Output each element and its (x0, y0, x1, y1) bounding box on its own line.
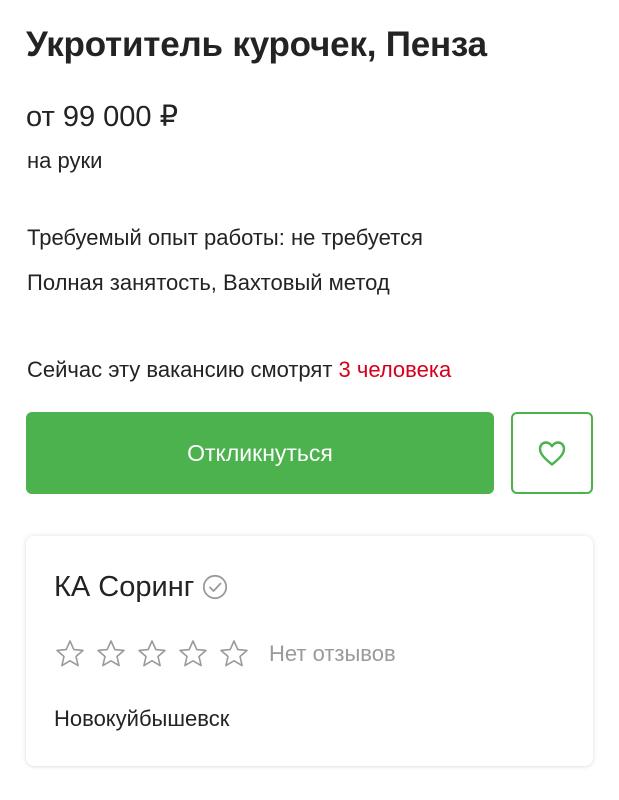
company-card[interactable]: КА Соринг Нет отзывов Новокуйбышевск (26, 536, 593, 766)
vacancy-title: Укротитель курочек, Пенза (26, 25, 487, 64)
star-icon (56, 640, 84, 667)
check-circle-icon (203, 574, 228, 600)
viewers-count: 3 человека (338, 357, 452, 382)
company-row: КА Соринг (54, 568, 228, 606)
salary-note: на руки (27, 148, 103, 173)
star-icon (97, 640, 125, 667)
viewers-prefix: Сейчас эту вакансию смотрят (27, 357, 333, 382)
star-icon (179, 640, 207, 667)
company-city: Новокуйбышевск (54, 706, 230, 731)
employment-info: Полная занятость, Вахтовый метод (27, 270, 390, 295)
salary: от 99 000 ₽ (26, 101, 179, 133)
star-icon (220, 640, 248, 667)
vacancy-page: Укротитель курочек, Пенза от 99 000 ₽ на… (0, 0, 619, 800)
heart-icon (538, 441, 566, 466)
viewers-info: Сейчас эту вакансию смотрят 3 человека (27, 355, 451, 385)
star-icon (138, 640, 166, 667)
company-name[interactable]: КА Соринг (54, 568, 194, 606)
reviews-count[interactable]: Нет отзывов (269, 639, 396, 669)
favorite-button[interactable] (511, 412, 593, 494)
rating-row: Нет отзывов (54, 638, 396, 670)
respond-button[interactable]: Откликнуться (26, 412, 494, 494)
experience-info: Требуемый опыт работы: не требуется (27, 225, 423, 250)
